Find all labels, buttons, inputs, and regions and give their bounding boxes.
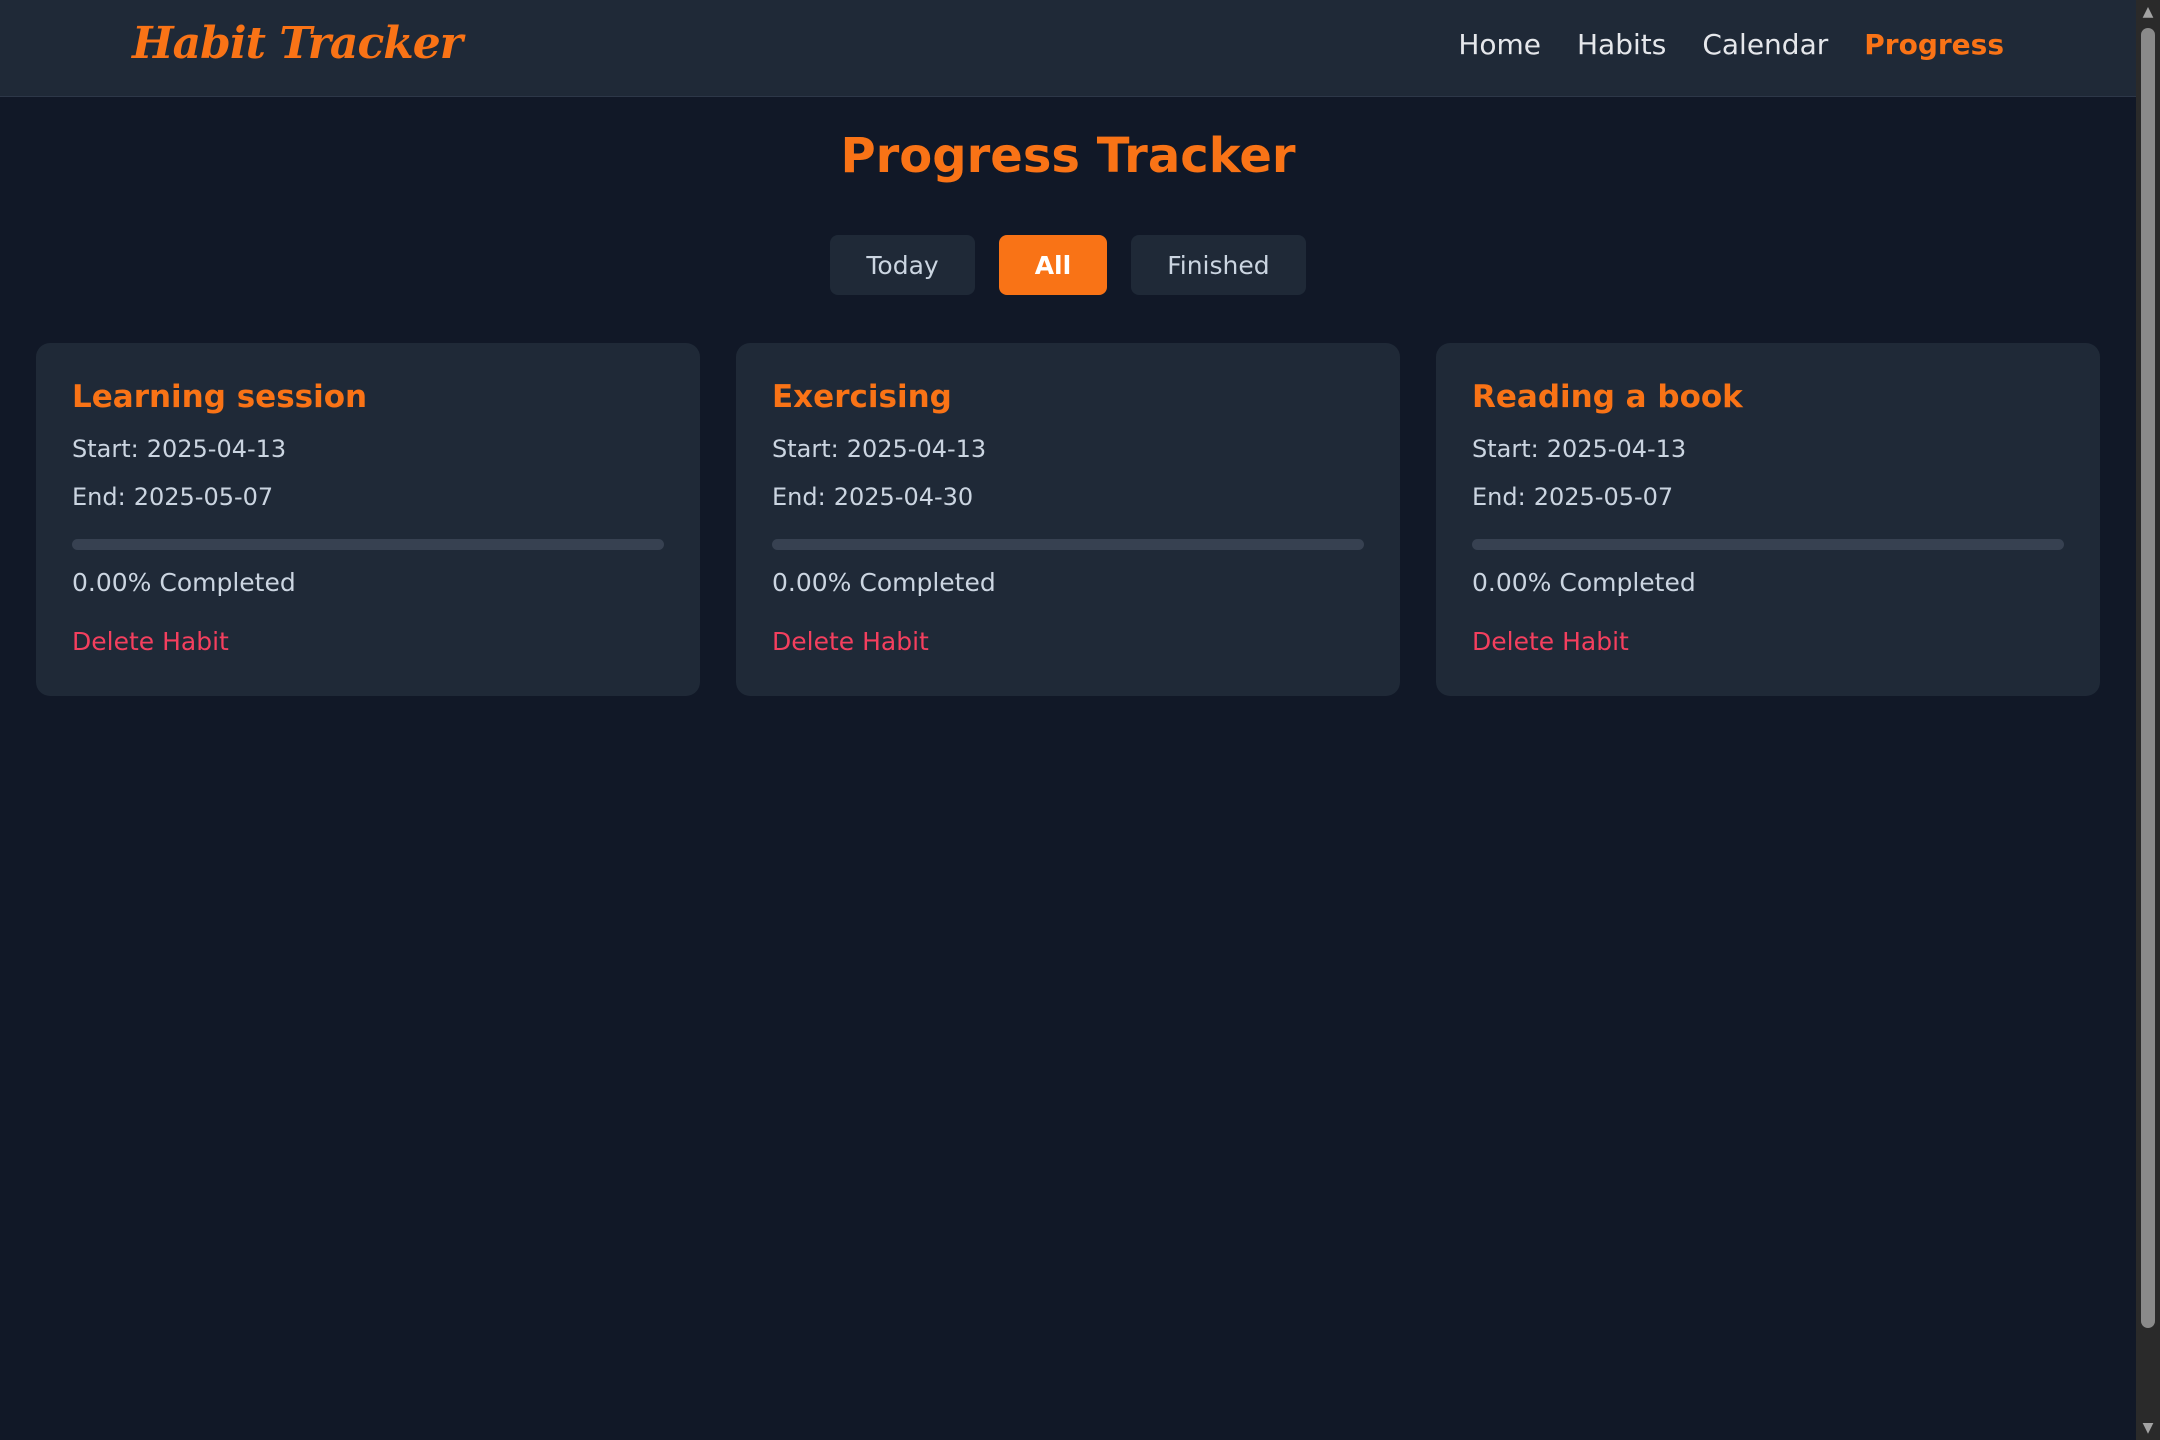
nav-links: Home Habits Calendar Progress: [1458, 28, 2004, 61]
habit-card: Learning session Start: 2025-04-13 End: 20…: [36, 343, 700, 696]
end-label: End:: [772, 483, 826, 511]
filter-tabs: Today All Finished: [0, 235, 2136, 295]
delete-habit-button[interactable]: Delete Habit: [72, 627, 229, 656]
end-date: 2025-05-07: [133, 483, 274, 511]
habit-card: Exercising Start: 2025-04-13 End: 2025-04-…: [736, 343, 1400, 696]
progress-bar: [72, 539, 664, 550]
end-date: 2025-05-07: [1533, 483, 1674, 511]
end-label: End:: [1472, 483, 1526, 511]
habit-start: Start: 2025-04-13: [72, 435, 664, 463]
habit-end: End: 2025-05-07: [72, 483, 664, 511]
habit-start: Start: 2025-04-13: [1472, 435, 2064, 463]
scroll-down-arrow-icon[interactable]: ▼: [2136, 1416, 2160, 1440]
scrollbar-thumb[interactable]: [2141, 28, 2155, 1328]
start-date: 2025-04-13: [146, 435, 287, 463]
completion-text: 0.00% Completed: [772, 568, 996, 597]
nav-link-habits[interactable]: Habits: [1577, 28, 1666, 61]
habit-start: Start: 2025-04-13: [772, 435, 1364, 463]
vertical-scrollbar[interactable]: ▲ ▼: [2136, 0, 2160, 1440]
nav-link-home[interactable]: Home: [1458, 28, 1541, 61]
completion-text: 0.00% Completed: [1472, 568, 1696, 597]
nav-link-progress[interactable]: Progress: [1864, 28, 2004, 61]
end-date: 2025-04-30: [833, 483, 974, 511]
start-label: Start:: [772, 435, 839, 463]
end-label: End:: [72, 483, 126, 511]
progress-bar: [772, 539, 1364, 550]
start-date: 2025-04-13: [846, 435, 987, 463]
delete-habit-button[interactable]: Delete Habit: [1472, 627, 1629, 656]
progress-bar: [1472, 539, 2064, 550]
filter-finished-button[interactable]: Finished: [1131, 235, 1306, 295]
scroll-up-arrow-icon[interactable]: ▲: [2136, 0, 2160, 24]
filter-today-button[interactable]: Today: [830, 235, 975, 295]
start-date: 2025-04-13: [1546, 435, 1687, 463]
start-label: Start:: [72, 435, 139, 463]
habit-name: Exercising: [772, 379, 952, 415]
app-page: Habit Tracker Home Habits Calendar Progr…: [0, 0, 2136, 1440]
nav-link-calendar[interactable]: Calendar: [1702, 28, 1828, 61]
filter-all-button[interactable]: All: [998, 235, 1108, 295]
habit-end: End: 2025-04-30: [772, 483, 1364, 511]
habit-name: Learning session: [72, 379, 368, 415]
start-label: Start:: [1472, 435, 1539, 463]
habit-end: End: 2025-05-07: [1472, 483, 2064, 511]
top-navbar: Habit Tracker Home Habits Calendar Progr…: [0, 0, 2136, 97]
habit-card: Reading a book Start: 2025-04-13 End: 2025…: [1436, 343, 2100, 696]
habit-cards: Learning session Start: 2025-04-13 End: 20…: [36, 343, 2100, 696]
habit-name: Reading a book: [1472, 379, 1743, 415]
brand-logo[interactable]: Habit Tracker: [132, 18, 463, 69]
page-title: Progress Tracker: [840, 128, 1296, 184]
delete-habit-button[interactable]: Delete Habit: [772, 627, 929, 656]
completion-text: 0.00% Completed: [72, 568, 296, 597]
